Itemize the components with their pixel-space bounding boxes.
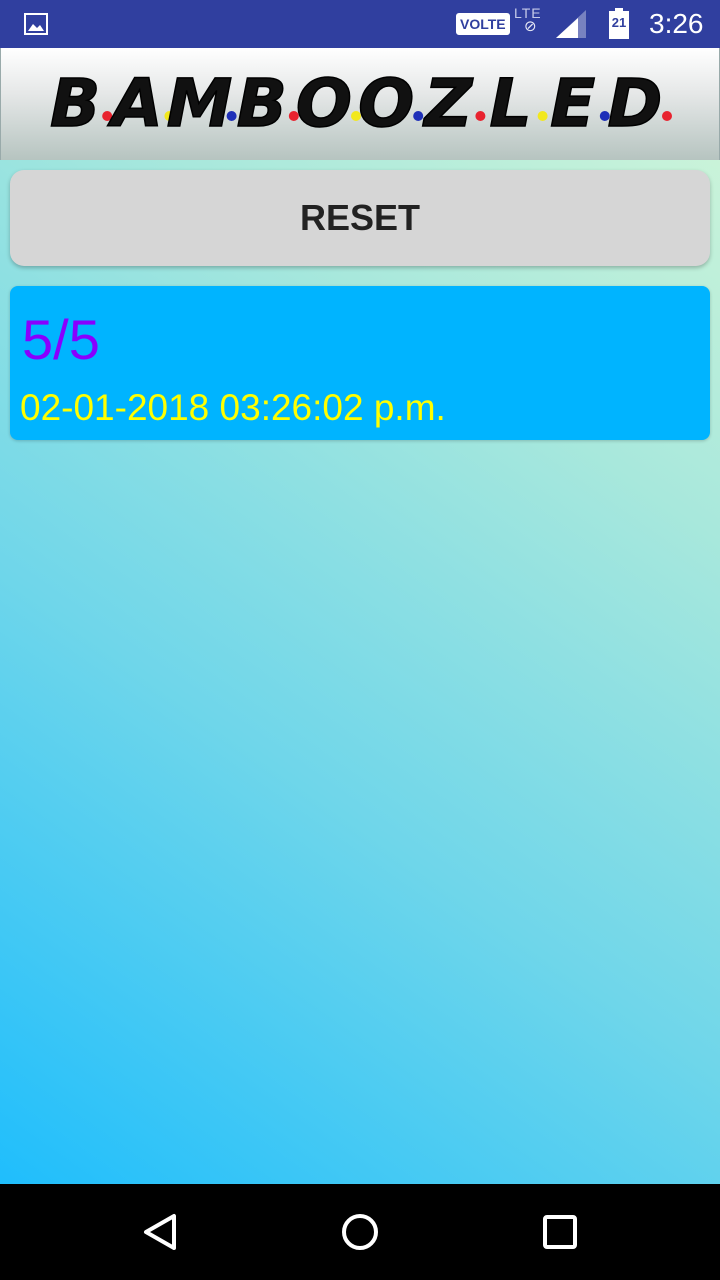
reset-button[interactable]: RESET	[10, 170, 710, 266]
logo-letter: B	[50, 65, 100, 142]
recents-square-icon[interactable]	[536, 1208, 584, 1256]
app-logo: BAMBOOZLED	[49, 64, 672, 143]
navigation-bar	[0, 1184, 720, 1280]
logo-letter: L	[489, 65, 531, 142]
logo-dot	[537, 111, 548, 121]
logo-letter: B	[237, 65, 287, 142]
gallery-icon	[24, 13, 48, 35]
home-circle-icon[interactable]	[336, 1208, 384, 1256]
back-triangle-icon[interactable]	[136, 1208, 184, 1256]
volte-badge: VOLTE	[456, 13, 510, 35]
no-data-icon: ⊘	[524, 18, 537, 35]
signal-icon	[556, 10, 586, 38]
logo-letter: Z	[422, 65, 473, 142]
battery-level: 21	[611, 15, 627, 30]
logo-letter: O	[296, 65, 352, 142]
logo-dot	[413, 111, 424, 121]
score-value: 5/5	[22, 308, 100, 371]
logo-dot	[662, 111, 672, 121]
logo-letter: M	[167, 65, 233, 142]
status-bar: VOLTE LTE ⊘ 21 3:26	[0, 0, 720, 48]
logo-letter: A	[107, 65, 163, 142]
logo-dot	[102, 111, 113, 121]
logo-letter: E	[550, 65, 595, 142]
logo-dot	[226, 111, 237, 121]
logo-dot	[475, 111, 486, 121]
score-card: 5/5 02-01-2018 03:26:02 p.m.	[10, 286, 710, 440]
score-timestamp: 02-01-2018 03:26:02 p.m.	[20, 387, 446, 428]
logo-letter: D	[608, 65, 663, 142]
logo-letter: O	[358, 65, 414, 142]
app-header: BAMBOOZLED	[0, 48, 720, 160]
clock: 3:26	[649, 8, 704, 39]
